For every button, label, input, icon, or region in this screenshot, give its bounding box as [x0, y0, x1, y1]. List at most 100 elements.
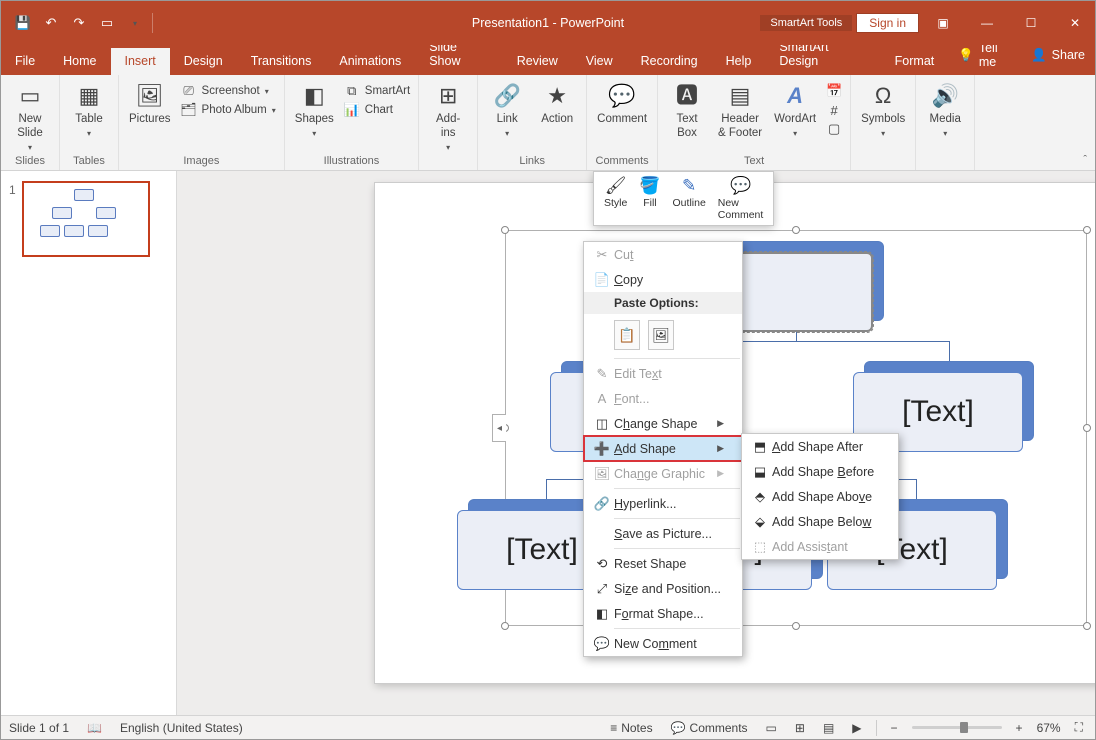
smartart-button[interactable]: ⧉SmartArt [342, 82, 412, 100]
maximize-icon[interactable]: ☐ [1011, 8, 1051, 38]
add-above-icon: ⬘ [748, 489, 772, 505]
addins-button[interactable]: ⊞Add- ins▾ [425, 78, 471, 152]
share-button[interactable]: 👤Share [1021, 42, 1095, 69]
ctx-hyperlink[interactable]: 🔗Hyperlink... [584, 491, 742, 516]
reset-icon: ⟲ [590, 556, 614, 572]
zoom-slider[interactable] [912, 726, 1002, 729]
reading-view-icon[interactable]: ▤ [819, 721, 838, 735]
slide-thumbnail-1[interactable]: 1 [9, 181, 168, 257]
ctx-cut[interactable]: ✂Cut [584, 242, 742, 267]
tab-home[interactable]: Home [49, 48, 110, 75]
tab-design[interactable]: Design [170, 48, 237, 75]
photo-album-button[interactable]: 🗂Photo Album▾ [179, 101, 278, 119]
photo-album-icon: 🗂 [181, 102, 197, 118]
close-icon[interactable]: ✕ [1055, 8, 1095, 38]
sub-add-assistant[interactable]: ⬚Add Assistant [742, 534, 898, 559]
language-indicator[interactable]: English (United States) [120, 721, 243, 735]
contextual-tab-label: SmartArt Tools [760, 15, 852, 31]
ctx-save-as-picture[interactable]: Save as Picture... [584, 521, 742, 546]
ctx-paste-options-label: Paste Options: [584, 292, 742, 314]
text-box-button[interactable]: 🅰Text Box [664, 78, 710, 141]
zoom-in-icon[interactable]: + [1012, 721, 1027, 735]
media-button[interactable]: 🔊Media▾ [922, 78, 968, 138]
ctx-change-graphic[interactable]: 🖼Change Graphic▶ [584, 461, 742, 486]
pictures-button[interactable]: 🖼Pictures [125, 78, 175, 127]
paste-keep-formatting-icon[interactable]: 📋 [614, 320, 640, 350]
ctx-reset-shape[interactable]: ⟲Reset Shape [584, 551, 742, 576]
ctx-new-comment[interactable]: 💬New Comment [584, 631, 742, 656]
zoom-out-icon[interactable]: − [887, 721, 902, 735]
resize-handle[interactable] [501, 226, 509, 234]
qat-customize-icon[interactable]: ▾ [121, 9, 149, 37]
table-button[interactable]: ▦Table▾ [66, 78, 112, 138]
mini-style-button[interactable]: 🖌Style [598, 174, 633, 223]
notes-button[interactable]: ≡Notes [606, 721, 656, 735]
ctx-edit-text[interactable]: ✎Edit Text [584, 361, 742, 386]
tab-view[interactable]: View [572, 48, 627, 75]
date-time-button[interactable]: 📅 [824, 82, 844, 100]
sub-add-below[interactable]: ⬙Add Shape Below [742, 509, 898, 534]
object-button[interactable]: ▢ [824, 120, 844, 138]
fit-to-window-icon[interactable]: ⛶ [1071, 720, 1087, 735]
tab-transitions[interactable]: Transitions [237, 48, 326, 75]
resize-handle[interactable] [792, 622, 800, 630]
redo-icon[interactable]: ↷ [65, 9, 93, 37]
comments-button[interactable]: 💬Comments [667, 721, 752, 735]
sign-in-button[interactable]: Sign in [856, 13, 919, 33]
sub-add-above[interactable]: ⬘Add Shape Above [742, 484, 898, 509]
ribbon-tabs: File Home Insert Design Transitions Anim… [1, 45, 1095, 75]
resize-handle[interactable] [1083, 226, 1091, 234]
slide-canvas[interactable]: ◂ [Text] [Text] [177, 171, 1095, 715]
ctx-font[interactable]: AFont... [584, 386, 742, 411]
normal-view-icon[interactable]: ▭ [762, 721, 781, 735]
resize-handle[interactable] [501, 622, 509, 630]
tab-review[interactable]: Review [503, 48, 572, 75]
ctx-add-shape[interactable]: ➕Add Shape▶ ⬒Add Shape After ⬓Add Shape … [584, 436, 742, 461]
link-button[interactable]: 🔗Link▾ [484, 78, 530, 138]
slideshow-view-icon[interactable]: ▶ [848, 721, 865, 735]
comment-button[interactable]: 💬Comment [593, 78, 651, 127]
undo-icon[interactable]: ↶ [37, 9, 65, 37]
sub-add-before[interactable]: ⬓Add Shape Before [742, 459, 898, 484]
text-pane-toggle[interactable]: ◂ [492, 414, 506, 442]
add-shape-submenu: ⬒Add Shape After ⬓Add Shape Before ⬘Add … [741, 433, 899, 560]
paste-picture-icon[interactable]: 🖼 [648, 320, 674, 350]
resize-handle[interactable] [1083, 424, 1091, 432]
tab-animations[interactable]: Animations [325, 48, 415, 75]
resize-handle[interactable] [1083, 622, 1091, 630]
zoom-level[interactable]: 67% [1037, 721, 1061, 735]
slide-sorter-icon[interactable]: ⊞ [791, 721, 809, 735]
tab-recording[interactable]: Recording [627, 48, 712, 75]
slide-indicator[interactable]: Slide 1 of 1 [9, 721, 69, 735]
ctx-copy[interactable]: 📄Copy [584, 267, 742, 292]
wordart-button[interactable]: AWordArt▾ [770, 78, 820, 138]
header-footer-button[interactable]: ▤Header & Footer [714, 78, 766, 141]
sub-add-after[interactable]: ⬒Add Shape After [742, 434, 898, 459]
ctx-change-shape[interactable]: ◫Change Shape▶ [584, 411, 742, 436]
spellcheck-icon[interactable]: 📖 [83, 721, 106, 735]
tab-help[interactable]: Help [712, 48, 766, 75]
new-slide-button[interactable]: ▭New Slide▾ [7, 78, 53, 152]
screenshot-button[interactable]: ⎚Screenshot▾ [179, 82, 278, 100]
ctx-format-shape[interactable]: ◧Format Shape... [584, 601, 742, 626]
chart-button[interactable]: 📊Chart [342, 101, 412, 119]
ribbon-display-icon[interactable]: ▣ [923, 8, 963, 38]
tab-format[interactable]: Format [881, 48, 949, 75]
save-icon[interactable]: 💾 [9, 9, 37, 37]
ctx-size-position[interactable]: ⤢Size and Position... [584, 576, 742, 601]
copy-icon: 📄 [590, 272, 614, 288]
mini-fill-button[interactable]: 🪣Fill [633, 174, 666, 223]
tab-insert[interactable]: Insert [111, 48, 170, 75]
symbols-button[interactable]: ΩSymbols▾ [857, 78, 909, 138]
resize-handle[interactable] [792, 226, 800, 234]
group-slides-label: Slides [7, 153, 53, 170]
action-button[interactable]: ★Action [534, 78, 580, 127]
minimize-icon[interactable]: — [967, 8, 1007, 38]
mini-outline-button[interactable]: ✎Outline [667, 174, 712, 223]
slide-number-button[interactable]: # [824, 101, 844, 119]
collapse-ribbon-icon[interactable]: ˆ [1083, 154, 1087, 166]
tab-file[interactable]: File [1, 48, 49, 75]
start-from-beginning-icon[interactable]: ▭ [93, 9, 121, 37]
mini-new-comment-button[interactable]: 💬New Comment [712, 174, 770, 223]
shapes-button[interactable]: ◧Shapes▾ [291, 78, 338, 138]
